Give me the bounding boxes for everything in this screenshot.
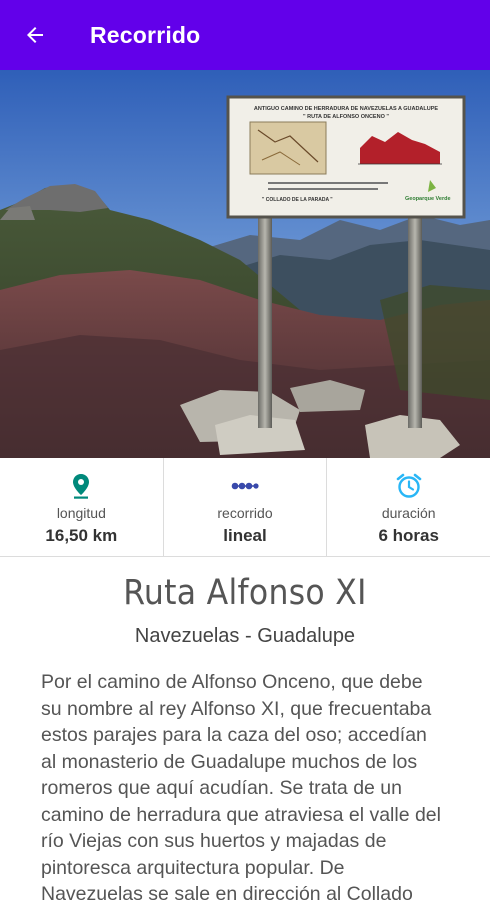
stat-duration-label: duración — [381, 505, 436, 521]
route-stats: longitud 16,50 km recorrido lineal durac… — [0, 458, 490, 557]
stat-length-value: 16,50 km — [45, 526, 118, 545]
sign-footer: " COLLADO DE LA PARADA " — [262, 197, 333, 203]
stat-duration-value: 6 horas — [378, 526, 439, 545]
route-dots-icon — [231, 482, 259, 490]
stat-route-type: recorrido lineal — [164, 458, 328, 556]
sign-brand: Geoparque Verde — [405, 196, 451, 202]
stat-route-type-value: lineal — [223, 526, 267, 545]
app-bar: Recorrido — [0, 0, 490, 70]
route-photo: ANTIGUO CAMINO DE HERRADURA DE NAVEZUELA… — [0, 70, 490, 458]
page-title: Recorrido — [90, 21, 201, 48]
route-content: Ruta Alfonso XI Navezuelas - Guadalupe P… — [0, 557, 490, 900]
back-button[interactable] — [0, 0, 70, 70]
map-pin-icon — [73, 474, 90, 499]
route-description: Por el camino de Alfonso Onceno, que deb… — [41, 671, 441, 900]
arrow-back-icon — [27, 27, 43, 43]
stat-duration: duración 6 horas — [327, 458, 490, 556]
route-subtitle: Navezuelas - Guadalupe — [134, 625, 356, 647]
stat-route-type-label: recorrido — [217, 505, 273, 521]
sign-title: ANTIGUO CAMINO DE HERRADURA DE NAVEZUELA… — [254, 106, 438, 112]
sign-subtitle: " RUTA DE ALFONSO ONCENO " — [303, 114, 389, 120]
alarm-clock-icon — [396, 473, 421, 498]
stat-length-label: longitud — [56, 505, 106, 521]
route-title: Ruta Alfonso XI — [123, 573, 367, 613]
stat-length: longitud 16,50 km — [0, 458, 164, 556]
